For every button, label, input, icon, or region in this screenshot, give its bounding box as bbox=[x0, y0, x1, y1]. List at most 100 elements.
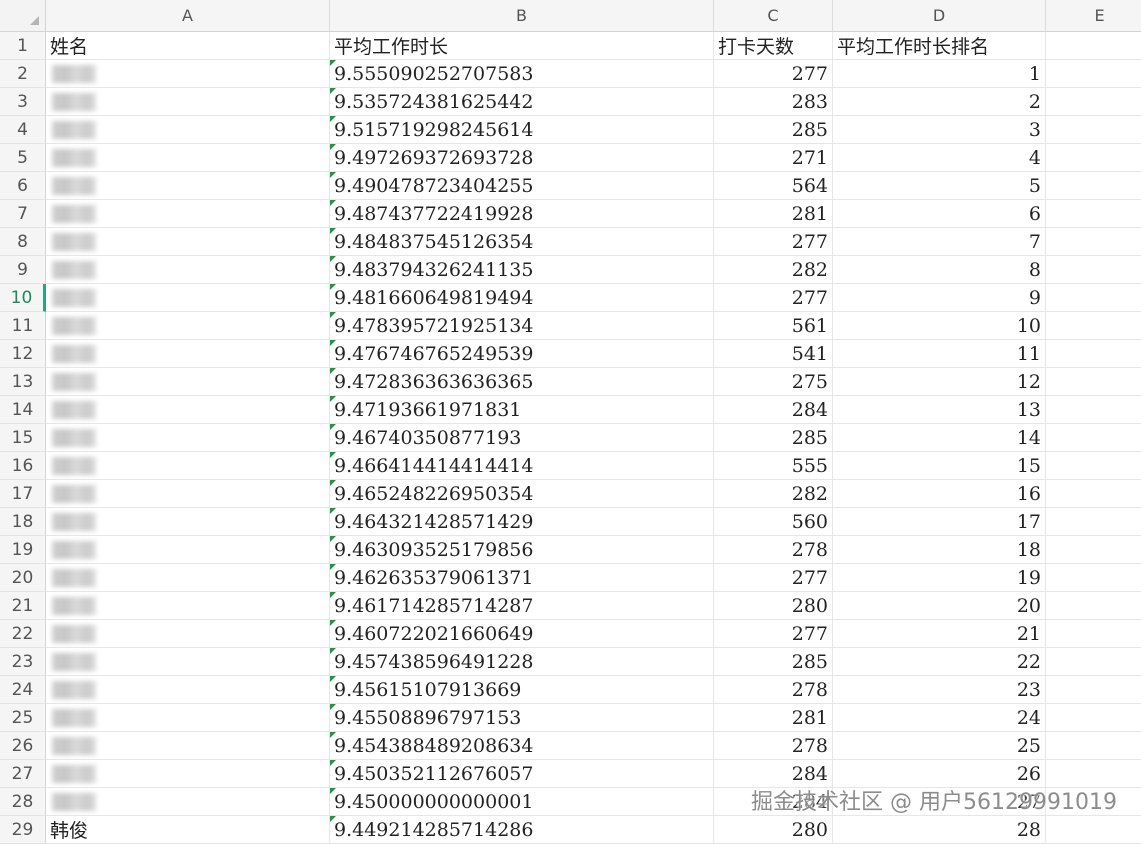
days-cell[interactable]: 284 bbox=[714, 788, 833, 816]
row-header[interactable]: 1 bbox=[0, 32, 46, 60]
avg-hours-cell[interactable]: 9.450352112676057 bbox=[330, 760, 714, 788]
days-cell[interactable]: 277 bbox=[714, 620, 833, 648]
row-header[interactable]: 24 bbox=[0, 676, 46, 704]
name-cell[interactable] bbox=[46, 676, 330, 704]
name-cell[interactable] bbox=[46, 172, 330, 200]
rank-cell[interactable]: 11 bbox=[833, 340, 1046, 368]
avg-hours-cell[interactable]: 9.46740350877193 bbox=[330, 424, 714, 452]
days-cell[interactable]: 281 bbox=[714, 704, 833, 732]
rank-cell[interactable]: 8 bbox=[833, 256, 1046, 284]
name-cell[interactable] bbox=[46, 340, 330, 368]
name-cell[interactable] bbox=[46, 60, 330, 88]
empty-cell[interactable] bbox=[1046, 788, 1141, 816]
rank-cell[interactable]: 18 bbox=[833, 536, 1046, 564]
rank-cell[interactable]: 5 bbox=[833, 172, 1046, 200]
name-cell[interactable] bbox=[46, 368, 330, 396]
name-cell[interactable] bbox=[46, 648, 330, 676]
avg-hours-cell[interactable]: 9.460722021660649 bbox=[330, 620, 714, 648]
empty-cell[interactable] bbox=[1046, 396, 1141, 424]
row-header[interactable]: 6 bbox=[0, 172, 46, 200]
name-cell[interactable] bbox=[46, 396, 330, 424]
empty-cell[interactable] bbox=[1046, 480, 1141, 508]
days-cell[interactable]: 277 bbox=[714, 228, 833, 256]
rank-cell[interactable]: 13 bbox=[833, 396, 1046, 424]
row-header[interactable]: 19 bbox=[0, 536, 46, 564]
avg-hours-cell[interactable]: 9.481660649819494 bbox=[330, 284, 714, 312]
rank-cell[interactable]: 1 bbox=[833, 60, 1046, 88]
name-cell[interactable] bbox=[46, 592, 330, 620]
row-header[interactable]: 17 bbox=[0, 480, 46, 508]
column-header-d[interactable]: D bbox=[833, 0, 1046, 32]
row-header[interactable]: 4 bbox=[0, 116, 46, 144]
avg-hours-cell[interactable]: 9.450000000000001 bbox=[330, 788, 714, 816]
rank-cell[interactable]: 27 bbox=[833, 788, 1046, 816]
rank-cell[interactable]: 20 bbox=[833, 592, 1046, 620]
row-header[interactable]: 9 bbox=[0, 256, 46, 284]
name-cell[interactable] bbox=[46, 312, 330, 340]
name-cell[interactable] bbox=[46, 228, 330, 256]
name-cell[interactable] bbox=[46, 144, 330, 172]
days-cell[interactable]: 271 bbox=[714, 144, 833, 172]
empty-cell[interactable] bbox=[1046, 312, 1141, 340]
empty-cell[interactable] bbox=[1046, 424, 1141, 452]
days-cell[interactable]: 281 bbox=[714, 200, 833, 228]
empty-cell[interactable] bbox=[1046, 704, 1141, 732]
rank-cell[interactable]: 21 bbox=[833, 620, 1046, 648]
rank-cell[interactable]: 4 bbox=[833, 144, 1046, 172]
header-cell-rank[interactable]: 平均工作时长排名 bbox=[833, 32, 1046, 60]
row-header[interactable]: 18 bbox=[0, 508, 46, 536]
empty-cell[interactable] bbox=[1046, 452, 1141, 480]
row-header[interactable]: 2 bbox=[0, 60, 46, 88]
row-header[interactable]: 26 bbox=[0, 732, 46, 760]
rank-cell[interactable]: 10 bbox=[833, 312, 1046, 340]
name-cell[interactable] bbox=[46, 424, 330, 452]
row-header[interactable]: 28 bbox=[0, 788, 46, 816]
days-cell[interactable]: 561 bbox=[714, 312, 833, 340]
empty-cell[interactable] bbox=[1046, 676, 1141, 704]
select-all-corner[interactable] bbox=[0, 0, 46, 32]
avg-hours-cell[interactable]: 9.463093525179856 bbox=[330, 536, 714, 564]
row-header[interactable]: 21 bbox=[0, 592, 46, 620]
avg-hours-cell[interactable]: 9.472836363636365 bbox=[330, 368, 714, 396]
empty-cell[interactable] bbox=[1046, 172, 1141, 200]
empty-cell[interactable] bbox=[1046, 592, 1141, 620]
column-header-a[interactable]: A bbox=[46, 0, 330, 32]
row-header[interactable]: 25 bbox=[0, 704, 46, 732]
name-cell[interactable] bbox=[46, 452, 330, 480]
name-cell[interactable] bbox=[46, 200, 330, 228]
rank-cell[interactable]: 19 bbox=[833, 564, 1046, 592]
avg-hours-cell[interactable]: 9.478395721925134 bbox=[330, 312, 714, 340]
days-cell[interactable]: 283 bbox=[714, 88, 833, 116]
rank-cell[interactable]: 3 bbox=[833, 116, 1046, 144]
empty-cell[interactable] bbox=[1046, 284, 1141, 312]
rank-cell[interactable]: 28 bbox=[833, 816, 1046, 844]
name-cell[interactable] bbox=[46, 564, 330, 592]
rank-cell[interactable]: 7 bbox=[833, 228, 1046, 256]
column-header-c[interactable]: C bbox=[714, 0, 833, 32]
rank-cell[interactable]: 14 bbox=[833, 424, 1046, 452]
avg-hours-cell[interactable]: 9.464321428571429 bbox=[330, 508, 714, 536]
days-cell[interactable]: 277 bbox=[714, 564, 833, 592]
column-header-b[interactable]: B bbox=[330, 0, 714, 32]
avg-hours-cell[interactable]: 9.497269372693728 bbox=[330, 144, 714, 172]
empty-cell[interactable] bbox=[1046, 200, 1141, 228]
days-cell[interactable]: 275 bbox=[714, 368, 833, 396]
empty-cell[interactable] bbox=[1046, 368, 1141, 396]
days-cell[interactable]: 278 bbox=[714, 732, 833, 760]
row-header[interactable]: 10 bbox=[0, 284, 46, 312]
rank-cell[interactable]: 15 bbox=[833, 452, 1046, 480]
avg-hours-cell[interactable]: 9.487437722419928 bbox=[330, 200, 714, 228]
empty-cell[interactable] bbox=[1046, 816, 1141, 844]
empty-cell[interactable] bbox=[1046, 60, 1141, 88]
rank-cell[interactable]: 2 bbox=[833, 88, 1046, 116]
avg-hours-cell[interactable]: 9.490478723404255 bbox=[330, 172, 714, 200]
name-cell[interactable] bbox=[46, 480, 330, 508]
rank-cell[interactable]: 17 bbox=[833, 508, 1046, 536]
empty-cell[interactable] bbox=[1046, 508, 1141, 536]
days-cell[interactable]: 282 bbox=[714, 256, 833, 284]
name-cell[interactable] bbox=[46, 536, 330, 564]
column-header-e[interactable]: E bbox=[1046, 0, 1141, 32]
empty-cell[interactable] bbox=[1046, 32, 1141, 60]
name-cell[interactable] bbox=[46, 116, 330, 144]
row-header[interactable]: 23 bbox=[0, 648, 46, 676]
